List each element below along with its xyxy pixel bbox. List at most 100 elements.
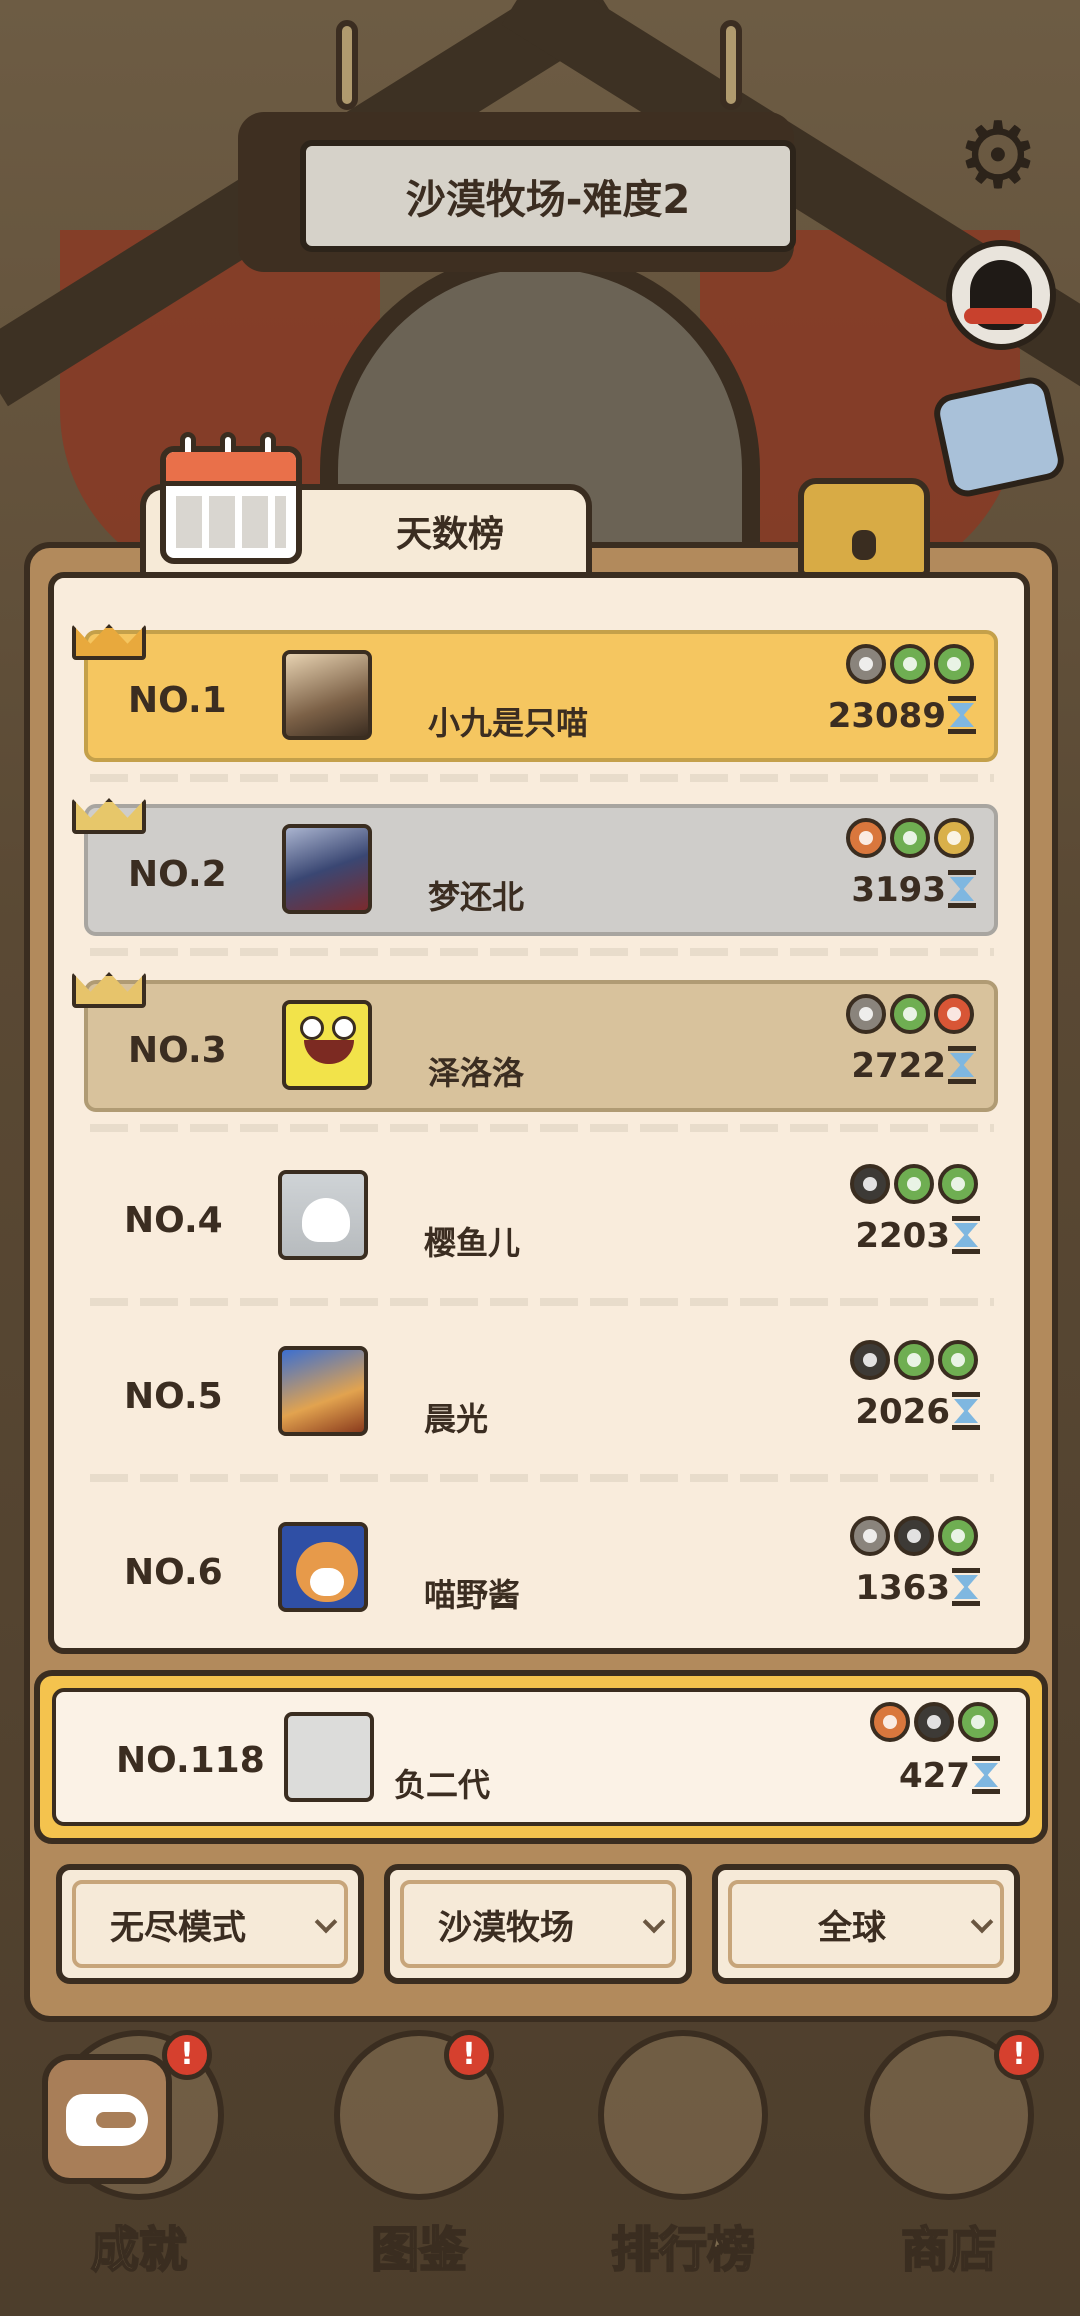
row-divider bbox=[90, 1124, 994, 1132]
ranking-row-4[interactable]: NO.4 樱鱼儿 2203 bbox=[84, 1154, 998, 1286]
my-avatar[interactable] bbox=[284, 1712, 374, 1802]
treasure-chest-icon[interactable] bbox=[798, 478, 930, 578]
my-ranking-bar[interactable]: NO.118 负二代 427 bbox=[34, 1670, 1048, 1844]
animal-badge-icon bbox=[934, 994, 974, 1034]
nav-shop[interactable]: 商店 ! bbox=[834, 2030, 1064, 2290]
rank-label: NO.4 bbox=[124, 1200, 223, 1241]
scroll-icon bbox=[598, 2030, 768, 2200]
animal-badge-icon bbox=[850, 1164, 890, 1204]
player-name: 泽洛洛 bbox=[428, 1054, 525, 1092]
hourglass-icon bbox=[948, 696, 976, 734]
ranking-row-2[interactable]: NO.2 梦还北 3193 bbox=[84, 804, 998, 936]
avatar[interactable] bbox=[278, 1522, 368, 1612]
calendar-icon bbox=[160, 432, 302, 564]
animal-badge-icon bbox=[850, 1340, 890, 1380]
my-ranking-row[interactable]: NO.118 负二代 427 bbox=[52, 1688, 1030, 1826]
badge-group bbox=[850, 1516, 978, 1556]
map-dropdown-label: 沙漠牧场 bbox=[438, 1907, 574, 1948]
days-score: 2722 bbox=[851, 1046, 946, 1086]
hourglass-icon bbox=[952, 1568, 980, 1606]
tab-days-ranking-label: 天数榜 bbox=[395, 514, 504, 555]
animal-badge-icon bbox=[938, 1164, 978, 1204]
badge-group bbox=[850, 1164, 978, 1204]
animal-badge-icon bbox=[846, 994, 886, 1034]
hourglass-icon bbox=[952, 1392, 980, 1430]
player-name: 樱鱼儿 bbox=[424, 1224, 521, 1262]
bronze-crown-icon bbox=[72, 956, 146, 1010]
avatar[interactable] bbox=[282, 1000, 372, 1090]
row-divider bbox=[90, 1474, 994, 1482]
nav-collection-label: 图鉴 bbox=[370, 2221, 468, 2279]
animal-badge-icon bbox=[890, 818, 930, 858]
animal-badge-icon bbox=[870, 1702, 910, 1742]
penguin-avatar-icon[interactable] bbox=[946, 240, 1056, 350]
animal-badge-icon bbox=[958, 1702, 998, 1742]
back-button[interactable] bbox=[42, 2054, 172, 2184]
animal-badge-icon bbox=[938, 1516, 978, 1556]
ranking-row-5[interactable]: NO.5 晨光 2026 bbox=[84, 1330, 998, 1462]
badge-group bbox=[850, 1340, 978, 1380]
days-score: 1363 bbox=[855, 1568, 950, 1608]
my-rank-label: NO.118 bbox=[116, 1740, 265, 1781]
ranking-row-1[interactable]: NO.1 小九是只喵 23089 bbox=[84, 630, 998, 762]
avatar[interactable] bbox=[278, 1346, 368, 1436]
ranking-row-3[interactable]: NO.3 泽洛洛 2722 bbox=[84, 980, 998, 1112]
animal-badge-icon bbox=[894, 1164, 934, 1204]
mode-dropdown-label: 无尽模式 bbox=[110, 1907, 246, 1948]
animal-badge-icon bbox=[890, 644, 930, 684]
avatar[interactable] bbox=[282, 824, 372, 914]
silver-crown-icon bbox=[72, 782, 146, 836]
ranking-row-6[interactable]: NO.6 喵野酱 1363 bbox=[84, 1506, 998, 1638]
nav-leaderboard[interactable]: 排行榜 bbox=[568, 2030, 798, 2290]
my-player-name: 负二代 bbox=[394, 1766, 491, 1804]
avatar[interactable] bbox=[282, 650, 372, 740]
animal-badge-icon bbox=[846, 644, 886, 684]
avatar[interactable] bbox=[278, 1170, 368, 1260]
filter-bar: 无尽模式 沙漠牧场 全球 bbox=[56, 1864, 1022, 1984]
player-name: 喵野酱 bbox=[424, 1576, 521, 1614]
map-dropdown[interactable]: 沙漠牧场 bbox=[384, 1864, 692, 1984]
rank-label: NO.3 bbox=[128, 1030, 227, 1071]
row-divider bbox=[90, 948, 994, 956]
rank-label: NO.2 bbox=[128, 854, 227, 895]
days-score: 23089 bbox=[827, 696, 946, 736]
back-arrow-icon bbox=[66, 2094, 148, 2146]
rank-label: NO.5 bbox=[124, 1376, 223, 1417]
rank-label: NO.6 bbox=[124, 1552, 223, 1593]
alert-badge: ! bbox=[994, 2030, 1044, 2080]
animal-badge-icon bbox=[934, 818, 974, 858]
player-name: 梦还北 bbox=[428, 878, 525, 916]
my-days-score: 427 bbox=[899, 1756, 970, 1796]
badge-group bbox=[846, 818, 974, 858]
row-divider bbox=[90, 1298, 994, 1306]
region-dropdown-label: 全球 bbox=[818, 1907, 886, 1948]
region-dropdown[interactable]: 全球 bbox=[712, 1864, 1020, 1984]
hourglass-icon bbox=[948, 1046, 976, 1084]
animal-badge-icon bbox=[938, 1340, 978, 1380]
animal-badge-icon bbox=[934, 644, 974, 684]
animal-badge-icon bbox=[890, 994, 930, 1034]
days-score: 2026 bbox=[855, 1392, 950, 1432]
player-name: 小九是只喵 bbox=[428, 704, 589, 742]
nav-leaderboard-label: 排行榜 bbox=[610, 2221, 756, 2279]
mode-dropdown[interactable]: 无尽模式 bbox=[56, 1864, 364, 1984]
nav-shop-label: 商店 bbox=[900, 2221, 998, 2279]
rank-label: NO.1 bbox=[128, 680, 227, 721]
alert-badge: ! bbox=[444, 2030, 494, 2080]
gold-crown-icon bbox=[72, 608, 146, 662]
days-score: 2203 bbox=[855, 1216, 950, 1256]
player-name: 晨光 bbox=[424, 1400, 489, 1438]
sign-chain-right bbox=[720, 20, 742, 110]
animal-badge-icon bbox=[894, 1340, 934, 1380]
ranking-list[interactable]: NO.1 小九是只喵 23089 NO.2 梦还北 3193 NO.3 泽洛洛 bbox=[48, 572, 1030, 1654]
nav-collection[interactable]: 图鉴 ! bbox=[304, 2030, 534, 2290]
animal-badge-icon bbox=[850, 1516, 890, 1556]
sign-chain-left bbox=[336, 20, 358, 110]
days-score: 3193 bbox=[851, 870, 946, 910]
hourglass-icon bbox=[952, 1216, 980, 1254]
badge-group bbox=[846, 644, 974, 684]
hourglass-icon bbox=[948, 870, 976, 908]
row-divider bbox=[90, 774, 994, 782]
animal-badge-icon bbox=[894, 1516, 934, 1556]
settings-gear-icon[interactable]: ⚙ bbox=[950, 108, 1046, 204]
